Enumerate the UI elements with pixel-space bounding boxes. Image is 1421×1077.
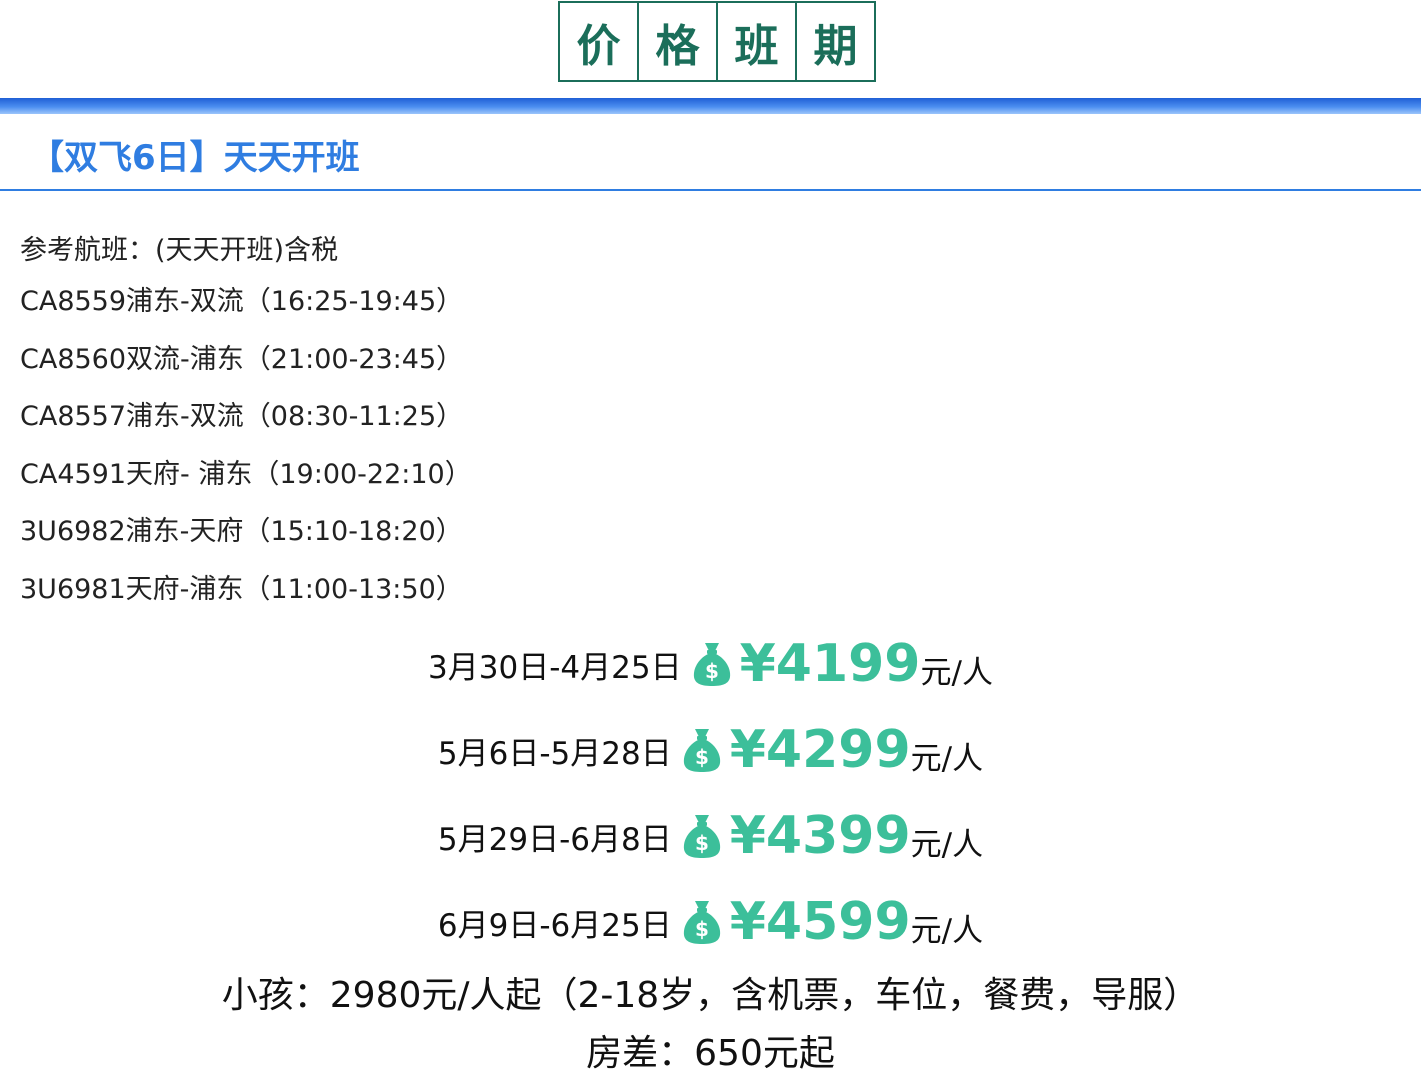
price-row: 5月6日-5月28日 $ ¥4299 元/人 [0, 720, 1421, 780]
price-amount: ¥4599 [729, 892, 911, 952]
price-unit: 元/人 [910, 912, 984, 949]
price-date-range: 3月30日-4月25日 [428, 649, 682, 686]
section-divider [0, 189, 1421, 191]
price-unit: 元/人 [910, 740, 984, 777]
price-schedule-page: 价 格 班 期 【双飞6日】天天开班 参考航班：(天天开班)含税 CA8559浦… [0, 0, 1421, 1077]
flight-item: 3U6981天府-浦东（11:00-13:50） [20, 573, 463, 605]
price-date-range: 5月6日-5月28日 [437, 735, 672, 772]
price-date-range: 6月9日-6月25日 [437, 907, 672, 944]
room-difference-note: 房差：650元起 [586, 1033, 835, 1074]
page-title: 价 格 班 期 [558, 1, 876, 82]
title-char-1: 价 [560, 3, 639, 80]
child-price-note: 小孩：2980元/人起（2-18岁，含机票，车位，餐费，导服） [221, 975, 1200, 1016]
flight-list: CA8559浦东-双流（16:25-19:45） CA8560双流-浦东（21:… [20, 286, 472, 632]
header-divider-band [0, 98, 1421, 114]
title-char-4: 期 [813, 20, 858, 72]
flight-reference-label: 参考航班：(天天开班)含税 [20, 235, 339, 266]
svg-text:$: $ [705, 659, 719, 683]
money-bag-icon: $ [683, 815, 720, 858]
svg-text:$: $ [695, 917, 709, 941]
title-char-3: 班 [718, 3, 797, 80]
price-row: 5月29日-6月8日 $ ¥4399 元/人 [0, 806, 1421, 866]
svg-text:$: $ [695, 745, 709, 769]
price-unit: 元/人 [920, 654, 993, 691]
flight-item: CA4591天府- 浦东（19:00-22:10） [20, 458, 472, 490]
svg-text:$: $ [695, 831, 709, 855]
title-char-2: 格 [639, 3, 718, 80]
price-date-range: 5月29日-6月8日 [437, 821, 672, 858]
flight-item: CA8557浦东-双流（08:30-11:25） [20, 401, 464, 433]
money-bag-icon: $ [693, 643, 730, 686]
price-row: 6月9日-6月25日 $ ¥4599 元/人 [0, 892, 1421, 952]
flight-item: CA8560双流-浦东（21:00-23:45） [20, 343, 464, 375]
money-bag-icon: $ [683, 729, 720, 772]
price-row: 3月30日-4月25日 $ ¥4199 元/人 [0, 634, 1421, 694]
price-amount: ¥4199 [739, 634, 921, 694]
flight-item: 3U6982浦东-天府（15:10-18:20） [20, 516, 463, 548]
money-bag-icon: $ [683, 901, 720, 944]
flight-item: CA8559浦东-双流（16:25-19:45） [20, 286, 464, 317]
price-amount: ¥4299 [729, 720, 911, 780]
price-unit: 元/人 [910, 826, 984, 863]
section-heading: 【双飞6日】天天开班 [30, 138, 360, 178]
price-amount: ¥4399 [729, 806, 911, 866]
